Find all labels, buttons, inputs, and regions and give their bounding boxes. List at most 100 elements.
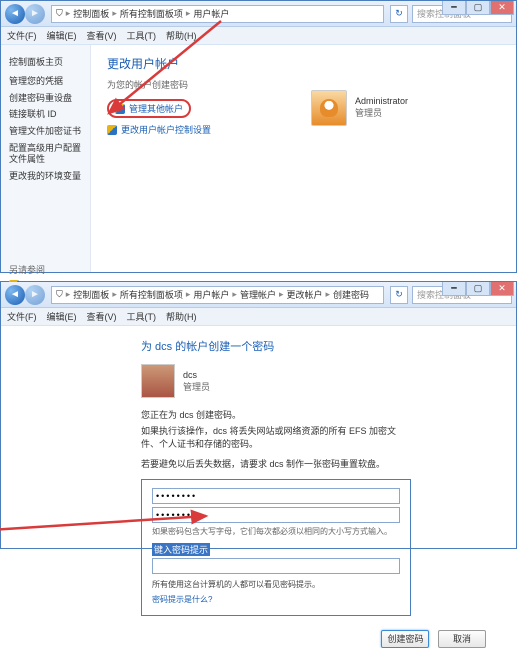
sidebar-link[interactable]: 链接联机 ID	[9, 109, 82, 121]
chevron-right-icon: ▸	[63, 8, 74, 19]
menu-edit[interactable]: 编辑(E)	[47, 310, 77, 323]
user-info: dcs 管理员	[183, 370, 210, 393]
window-user-accounts: ◄ ► ⛉ ▸ 控制面板 ▸ 所有控制面板项 ▸ 用户帐户 ↻ 搜索控制面板 ━…	[0, 0, 517, 273]
chevron-right-icon: ▸	[276, 289, 287, 300]
client-area: 控制面板主页 管理您的凭据 创建密码重设盘 链接联机 ID 管理文件加密证书 配…	[1, 45, 516, 272]
task-label: 更改用户帐户控制设置	[121, 123, 211, 136]
shield-icon	[115, 104, 125, 114]
breadcrumb-item[interactable]: 用户帐户	[193, 288, 229, 301]
page-heading: 更改用户帐户	[107, 55, 500, 72]
control-panel-icon: ⛉	[56, 289, 63, 300]
main-panel: 更改用户帐户 为您的帐户创建密码 管理其他帐户 更改用户帐户控制设置 Admin…	[91, 45, 516, 272]
menu-tools[interactable]: 工具(T)	[127, 310, 157, 323]
menubar: 文件(F) 编辑(E) 查看(V) 工具(T) 帮助(H)	[1, 308, 516, 326]
new-password-input[interactable]	[152, 488, 400, 504]
maximize-button[interactable]: ▢	[466, 1, 490, 15]
confirm-password-input[interactable]	[152, 507, 400, 523]
control-panel-home-link[interactable]: 控制面板主页	[9, 55, 82, 68]
window-controls: ━ ▢ ✕	[442, 282, 514, 296]
menu-file[interactable]: 文件(F)	[7, 310, 37, 323]
menu-edit[interactable]: 编辑(E)	[47, 29, 77, 42]
breadcrumb[interactable]: ⛉ ▸ 控制面板 ▸ 所有控制面板项 ▸ 用户帐户	[51, 5, 384, 23]
nav-buttons: ◄ ►	[5, 285, 45, 305]
chevron-right-icon: ▸	[183, 8, 194, 19]
refresh-button[interactable]: ↻	[390, 286, 408, 304]
maximize-button[interactable]: ▢	[466, 282, 490, 296]
case-sensitivity-note: 如果密码包含大写字母，它们每次都必须以相同的大小写方式输入。	[152, 526, 400, 537]
subheading-link[interactable]: 为您的帐户创建密码	[107, 78, 500, 91]
sidebar: 控制面板主页 管理您的凭据 创建密码重设盘 链接联机 ID 管理文件加密证书 配…	[1, 45, 91, 272]
window-controls: ━ ▢ ✕	[442, 1, 514, 15]
breadcrumb-item[interactable]: 控制面板	[73, 288, 109, 301]
whats-a-hint-link[interactable]: 密码提示是什么?	[152, 595, 212, 604]
user-role: 管理员	[183, 380, 210, 393]
sidebar-link[interactable]: 创建密码重设盘	[9, 93, 82, 105]
chevron-right-icon: ▸	[229, 289, 240, 300]
menu-view[interactable]: 查看(V)	[87, 29, 117, 42]
forward-button[interactable]: ►	[25, 285, 45, 305]
breadcrumb-item[interactable]: 更改帐户	[286, 288, 322, 301]
chevron-right-icon: ▸	[109, 8, 120, 19]
chevron-right-icon: ▸	[109, 289, 120, 300]
create-password-button[interactable]: 创建密码	[381, 630, 429, 648]
breadcrumb-item[interactable]: 所有控制面板项	[120, 7, 183, 20]
user-info: Administrator 管理员	[355, 96, 408, 119]
user-avatar-icon	[141, 364, 175, 398]
minimize-button[interactable]: ━	[442, 282, 466, 296]
task-label: 管理其他帐户	[129, 102, 183, 115]
minimize-button[interactable]: ━	[442, 1, 466, 15]
window-create-password: ◄ ► ⛉ ▸ 控制面板 ▸ 所有控制面板项 ▸ 用户帐户 ▸ 管理帐户 ▸ 更…	[0, 281, 517, 549]
close-button[interactable]: ✕	[490, 1, 514, 15]
client-area: 为 dcs 的帐户创建一个密码 dcs 管理员 您正在为 dcs 创建密码。 如…	[1, 326, 516, 548]
chevron-right-icon: ▸	[63, 289, 74, 300]
user-avatar-icon	[311, 90, 347, 126]
current-user-tile: Administrator 管理员	[311, 90, 408, 126]
note-text: 您正在为 dcs 创建密码。	[141, 408, 516, 421]
chevron-right-icon: ▸	[323, 289, 334, 300]
breadcrumb[interactable]: ⛉ ▸ 控制面板 ▸ 所有控制面板项 ▸ 用户帐户 ▸ 管理帐户 ▸ 更改帐户 …	[51, 286, 384, 304]
sidebar-link[interactable]: 更改我的环境变量	[9, 171, 82, 183]
shield-icon	[107, 125, 117, 135]
target-user-tile: dcs 管理员	[141, 364, 516, 398]
manage-other-accounts-link[interactable]: 管理其他帐户	[107, 99, 191, 118]
refresh-button[interactable]: ↻	[390, 5, 408, 23]
breadcrumb-item[interactable]: 管理帐户	[240, 288, 276, 301]
user-name: dcs	[183, 370, 210, 380]
menu-file[interactable]: 文件(F)	[7, 29, 37, 42]
breadcrumb-item[interactable]: 创建密码	[333, 288, 369, 301]
sidebar-link[interactable]: 管理您的凭据	[9, 76, 82, 88]
titlebar: ◄ ► ⛉ ▸ 控制面板 ▸ 所有控制面板项 ▸ 用户帐户 ↻ 搜索控制面板 ━…	[1, 1, 516, 27]
advice-text: 若要避免以后丢失数据，请要求 dcs 制作一张密码重置软盘。	[141, 458, 401, 471]
hint-visibility-warning: 所有使用这台计算机的人都可以看见密码提示。	[152, 579, 400, 590]
nav-buttons: ◄ ►	[5, 4, 45, 24]
warning-text: 如果执行该操作，dcs 将丢失网站或网络资源的所有 EFS 加密文件、个人证书和…	[141, 425, 401, 450]
page-heading: 为 dcs 的帐户创建一个密码	[141, 338, 516, 354]
titlebar: ◄ ► ⛉ ▸ 控制面板 ▸ 所有控制面板项 ▸ 用户帐户 ▸ 管理帐户 ▸ 更…	[1, 282, 516, 308]
password-group: 如果密码包含大写字母，它们每次都必须以相同的大小写方式输入。 键入密码提示 所有…	[141, 479, 411, 616]
back-button[interactable]: ◄	[5, 285, 25, 305]
breadcrumb-item[interactable]: 所有控制面板项	[120, 288, 183, 301]
sidebar-link[interactable]: 管理文件加密证书	[9, 126, 82, 138]
breadcrumb-item[interactable]: 用户帐户	[193, 7, 229, 20]
user-name: Administrator	[355, 96, 408, 108]
menu-view[interactable]: 查看(V)	[87, 310, 117, 323]
sidebar-link[interactable]: 配置高级用户配置文件属性	[9, 143, 82, 166]
breadcrumb-item[interactable]: 控制面板	[73, 7, 109, 20]
see-also-header: 另请参阅	[9, 263, 82, 276]
forward-button[interactable]: ►	[25, 4, 45, 24]
hint-placeholder-selected[interactable]: 键入密码提示	[152, 543, 210, 556]
menu-help[interactable]: 帮助(H)	[166, 29, 197, 42]
menu-help[interactable]: 帮助(H)	[166, 310, 197, 323]
back-button[interactable]: ◄	[5, 4, 25, 24]
cancel-button[interactable]: 取消	[438, 630, 486, 648]
chevron-right-icon: ▸	[183, 289, 194, 300]
control-panel-icon: ⛉	[56, 8, 63, 19]
user-role: 管理员	[355, 108, 408, 120]
close-button[interactable]: ✕	[490, 282, 514, 296]
menubar: 文件(F) 编辑(E) 查看(V) 工具(T) 帮助(H)	[1, 27, 516, 45]
menu-tools[interactable]: 工具(T)	[127, 29, 157, 42]
button-row: 创建密码 取消	[141, 616, 516, 648]
password-hint-input[interactable]	[152, 558, 400, 574]
change-uac-settings-link[interactable]: 更改用户帐户控制设置	[107, 123, 500, 136]
main-panel: 为 dcs 的帐户创建一个密码 dcs 管理员 您正在为 dcs 创建密码。 如…	[1, 326, 516, 548]
